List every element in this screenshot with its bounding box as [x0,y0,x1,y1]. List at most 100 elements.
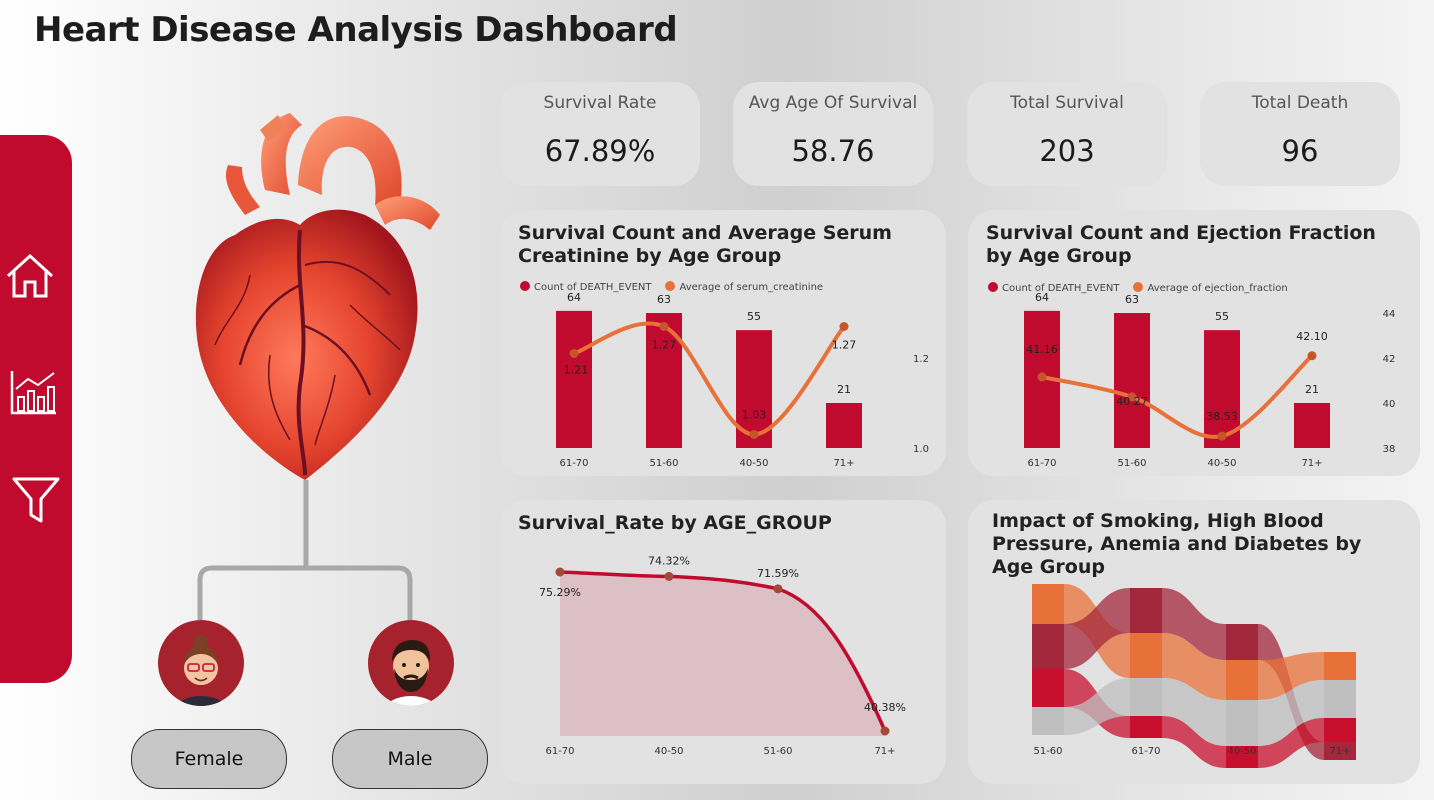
line-data-label: 71.59% [757,567,799,580]
filter-icon[interactable] [10,473,62,525]
line-point [773,584,783,594]
bar-data-label: 21 [837,383,851,396]
x-tick-label: 51-60 [1117,458,1146,469]
kpi-label: Avg Age Of Survival [748,93,918,113]
line-data-label: 1.03 [742,409,767,422]
sidebar-nav [0,135,72,683]
ribbon-segment [1226,660,1258,700]
x-tick-label: 61-70 [1131,746,1160,757]
line-point [555,567,565,577]
y2-tick-label: 1.0 [913,444,929,455]
area-fill [560,572,885,736]
impact-ribbon-chart: 51-60 61-70 40-50 71+ [1032,584,1356,768]
chart-impact-card: Impact of Smoking, High Blood Pressure, … [968,500,1420,784]
y2-tick-label: 40 [1383,399,1396,410]
chart-ejection-card: Survival Count and Ejection Fraction by … [968,210,1420,476]
bar-data-label: 21 [1305,383,1319,396]
x-tick-label: 40-50 [739,458,768,469]
ribbon-segment [1032,584,1064,624]
x-tick-label: 61-70 [1027,458,1056,469]
gender-connector [197,480,413,620]
male-button[interactable]: Male [332,729,488,789]
line-data-label: 41.16 [1026,343,1058,356]
bar [826,403,862,448]
male-avatar[interactable] [368,620,454,706]
x-tick-label: 51-60 [649,458,678,469]
bar-data-label: 64 [567,291,581,304]
x-tick-label: 61-70 [545,746,574,757]
female-avatar[interactable] [158,620,244,706]
x-tick-label: 51-60 [763,746,792,757]
line-data-label: 40.27 [1116,395,1148,408]
bar [556,310,592,448]
bar-data-label: 55 [747,310,761,323]
line-point [1217,431,1227,441]
kpi-total-death: Total Death 96 [1200,82,1400,186]
bar-data-label: 63 [1125,293,1139,306]
kpi-value: 96 [1281,134,1319,168]
line-data-label: 38.53 [1206,410,1238,423]
heart-illustration [195,113,440,480]
ribbon-segment [1032,624,1064,669]
ribbon-segment [1130,633,1162,678]
kpi-total-survival: Total Survival 203 [967,82,1167,186]
bar [1114,313,1150,448]
line-point [880,726,890,736]
line-point [664,571,674,581]
ribbon-segment [1130,716,1162,738]
ribbon-segment [1226,624,1258,660]
chart-survival-rate-card: Survival_Rate by AGE_GROUP 75.29% 61-70 74… [500,500,946,784]
line-point [749,430,759,439]
line-point [659,322,669,331]
female-button[interactable]: Female [131,729,287,789]
x-tick-label: 71+ [833,458,854,469]
y2-tick-label: 38 [1383,444,1396,455]
bar [1294,403,1330,448]
bar [646,313,682,448]
line-data-label: 1.21 [564,364,589,377]
line-data-label: 40.38% [864,701,906,714]
kpi-label: Total Death [1251,93,1349,113]
line-point [839,322,849,331]
kpi-value: 58.76 [791,134,875,168]
x-tick-label: 71+ [1329,746,1350,757]
x-tick-label: 51-60 [1033,746,1062,757]
kpi-value: 67.89% [544,134,656,168]
ribbon-segment [1032,707,1064,735]
x-tick-label: 40-50 [1227,746,1256,757]
ribbon-segment [1226,700,1258,746]
ribbon-segment [1324,718,1356,742]
x-tick-label: 61-70 [559,458,588,469]
x-tick-label: 71+ [874,746,895,757]
ribbon-segment [1130,678,1162,716]
ribbon-segment [1324,680,1356,718]
chart-creatinine-card: Survival Count and Average Serum Creatin… [500,210,946,476]
creatinine-chart: 64 61-70 63 51-60 55 40-50 21 71+ 1.21 1.27 1.03 1.… [556,291,929,469]
series-line [573,321,846,437]
line-data-label: 75.29% [539,586,581,599]
chart-icon[interactable] [8,367,60,419]
x-tick-label: 40-50 [654,746,683,757]
x-tick-label: 71+ [1301,458,1322,469]
ribbon-segment [1130,588,1162,633]
kpi-survival-rate: Survival Rate 67.89% [500,82,700,186]
ribbon-segment [1032,669,1064,707]
x-tick-label: 40-50 [1207,458,1236,469]
line-data-label: 1.27 [652,339,677,352]
kpi-avg-age-survival: Avg Age Of Survival 58.76 [733,82,933,186]
line-data-label: 74.32% [648,554,690,567]
series-line [1041,354,1314,439]
page-title: Heart Disease Analysis Dashboard [34,10,678,50]
line-data-label: 42.10 [1296,330,1328,343]
line-point [1307,351,1317,361]
line-point [569,349,579,358]
y2-tick-label: 1.2 [913,354,929,365]
home-icon[interactable] [4,250,56,302]
y2-tick-label: 42 [1383,354,1396,365]
kpi-label: Survival Rate [543,93,657,113]
kpi-label: Total Survival [1010,93,1124,113]
bar-data-label: 63 [657,293,671,306]
bar-data-label: 55 [1215,310,1229,323]
line-point [1037,372,1047,382]
kpi-value: 203 [1039,134,1095,168]
